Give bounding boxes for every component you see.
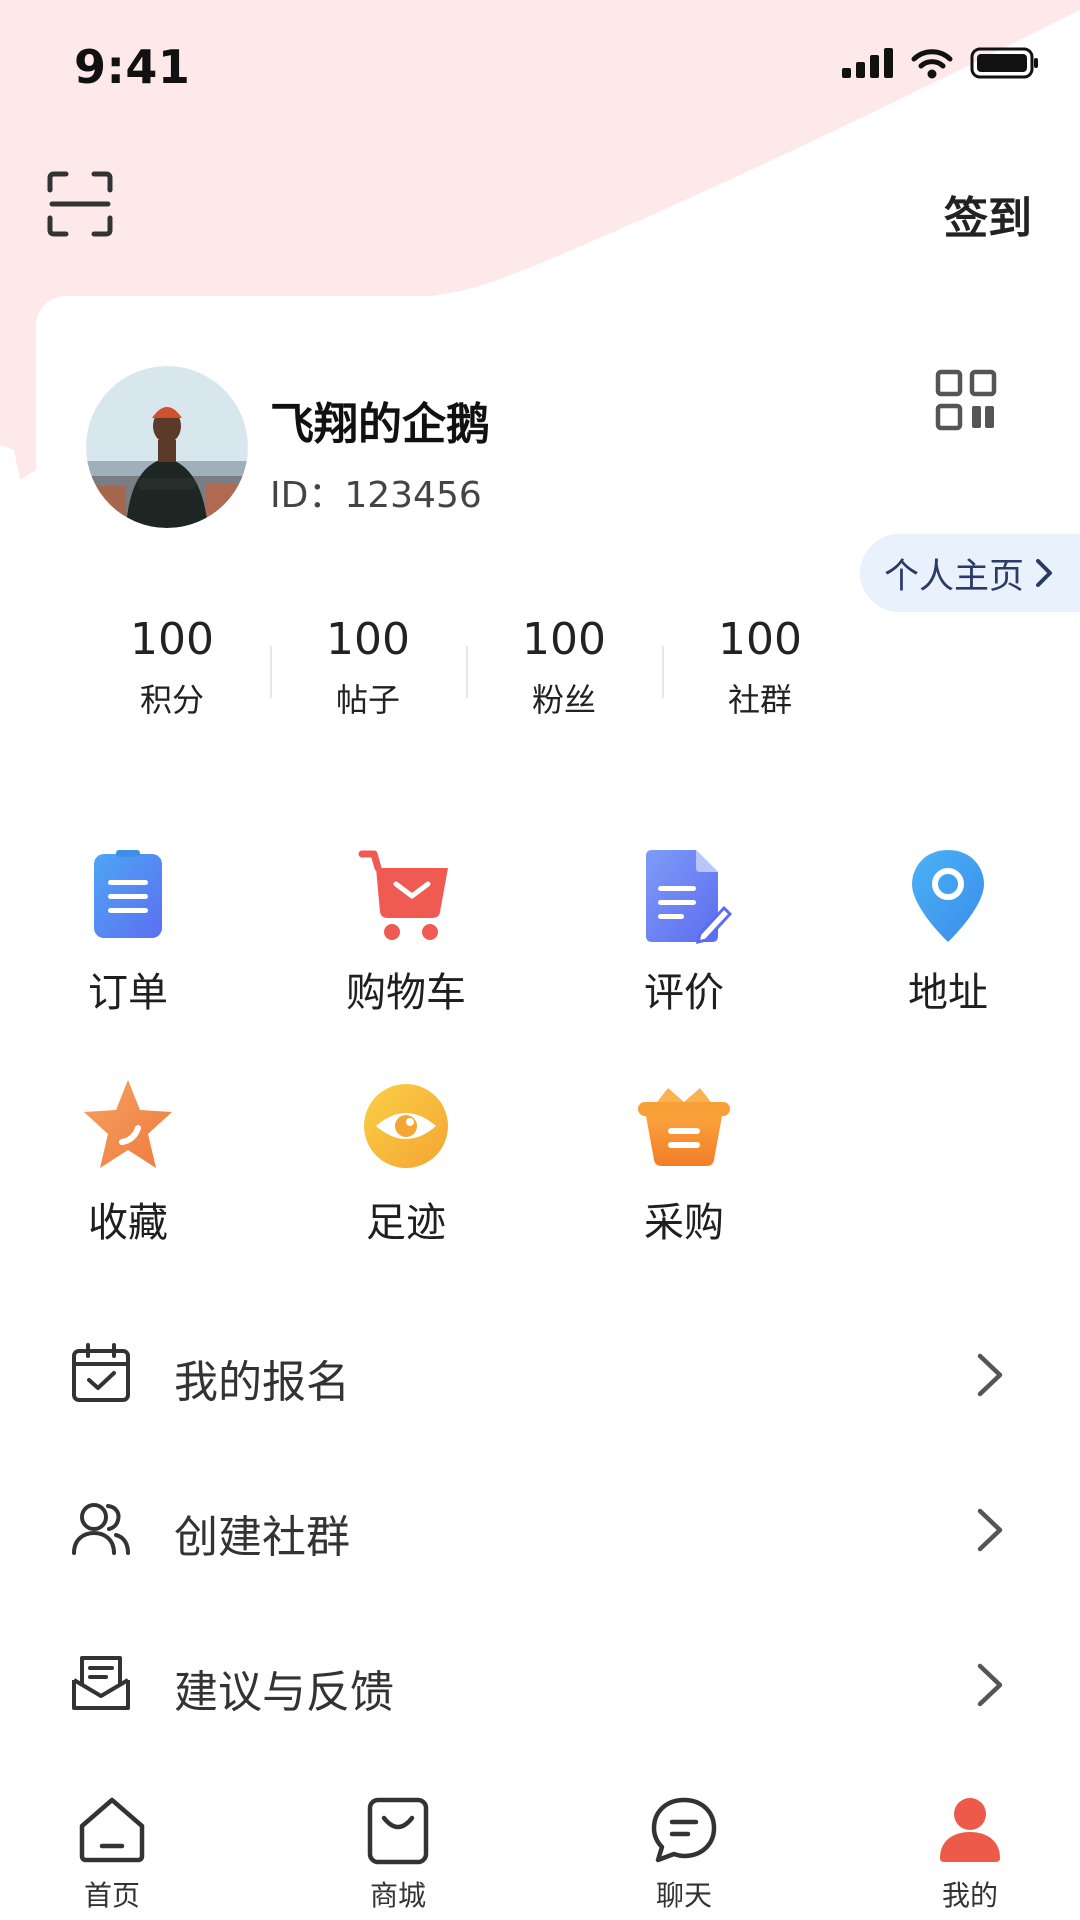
- calendar-check-icon: [72, 1343, 130, 1402]
- personal-homepage-label: 个人主页: [884, 556, 1025, 597]
- shopping-bag-icon: [367, 1797, 429, 1865]
- bottom-tab-bar: 首页 商城 聊天 我的: [0, 1770, 1080, 1920]
- tab-label: 首页: [83, 1879, 140, 1912]
- feature-reviews[interactable]: 评价: [574, 846, 794, 1018]
- order-icon: [94, 850, 162, 938]
- feature-label: 订单: [88, 970, 168, 1016]
- users-icon: [72, 1503, 130, 1555]
- menu-label: 建议与反馈: [174, 1667, 394, 1718]
- feature-label: 采购: [644, 1200, 724, 1246]
- tab-chat[interactable]: 聊天: [594, 1792, 774, 1914]
- chat-icon: [651, 1797, 717, 1863]
- stat-label: 粉丝: [531, 681, 596, 719]
- chevron-right-icon: [977, 1353, 1003, 1397]
- tab-mall[interactable]: 商城: [308, 1792, 488, 1914]
- feature-cart[interactable]: 购物车: [296, 846, 516, 1018]
- stat-value: 100: [130, 614, 214, 665]
- star-icon: [84, 1080, 172, 1168]
- menu-label: 创建社群: [174, 1512, 350, 1563]
- status-time: 9:41: [74, 40, 191, 94]
- stat-points[interactable]: 100 积分: [74, 614, 270, 721]
- feature-label: 足迹: [366, 1200, 446, 1246]
- qr-code-icon[interactable]: [934, 368, 998, 432]
- stat-communities[interactable]: 100 社群: [662, 614, 858, 721]
- status-icons: [842, 46, 1040, 80]
- menu-item-feedback[interactable]: 建议与反馈: [0, 1610, 1080, 1760]
- stat-fans[interactable]: 100 粉丝: [466, 614, 662, 721]
- user-nickname: 飞翔的企鹅: [270, 399, 490, 450]
- cart-icon: [358, 850, 448, 940]
- user-stats: 100 积分 100 帖子 100 粉丝 100 社群: [74, 614, 858, 721]
- feature-label: 收藏: [88, 1200, 168, 1246]
- feature-purchase[interactable]: 采购: [574, 1076, 794, 1248]
- feature-history[interactable]: 足迹: [296, 1076, 516, 1248]
- signal-icon: [842, 48, 893, 78]
- menu-item-create-community[interactable]: 创建社群: [0, 1455, 1080, 1605]
- user-id: ID：123456: [270, 475, 482, 516]
- review-icon: [646, 850, 733, 945]
- chevron-right-icon: [977, 1663, 1003, 1707]
- stat-value: 100: [522, 614, 606, 665]
- battery-icon: [970, 47, 1038, 79]
- location-icon: [912, 850, 984, 942]
- stat-posts[interactable]: 100 帖子: [270, 614, 466, 721]
- menu-label: 我的报名: [174, 1357, 350, 1408]
- home-icon: [79, 1797, 145, 1863]
- feature-label: 评价: [644, 970, 724, 1016]
- feature-label: 地址: [908, 970, 988, 1016]
- personal-homepage-button[interactable]: 个人主页: [860, 534, 1080, 612]
- avatar[interactable]: [86, 366, 248, 528]
- scan-icon[interactable]: [46, 170, 114, 238]
- basket-icon: [638, 1088, 730, 1166]
- tab-label: 我的: [941, 1879, 998, 1912]
- feature-favorites[interactable]: 收藏: [18, 1076, 238, 1248]
- feature-address[interactable]: 地址: [838, 846, 1058, 1018]
- top-header: 签到: [0, 160, 1080, 260]
- menu-item-registrations[interactable]: 我的报名: [0, 1300, 1080, 1450]
- tab-label: 聊天: [655, 1879, 712, 1912]
- eye-icon: [364, 1084, 448, 1168]
- stat-value: 100: [718, 614, 802, 665]
- stat-value: 100: [326, 614, 410, 665]
- tab-home[interactable]: 首页: [22, 1792, 202, 1914]
- chevron-right-icon: [1036, 559, 1053, 587]
- profile-card: 飞翔的企鹅 ID：123456 个人主页 100 积分 100 帖子 100 粉…: [36, 296, 1080, 766]
- status-bar: 9:41: [0, 0, 1080, 130]
- stat-label: 积分: [139, 681, 204, 719]
- stat-label: 帖子: [335, 681, 400, 719]
- tab-me[interactable]: 我的: [880, 1792, 1060, 1914]
- person-icon: [940, 1798, 1000, 1862]
- chevron-right-icon: [977, 1508, 1003, 1552]
- wifi-icon: [911, 49, 953, 79]
- feature-orders[interactable]: 订单: [18, 846, 238, 1018]
- checkin-button[interactable]: 签到: [944, 182, 1032, 246]
- stat-label: 社群: [727, 681, 792, 719]
- feature-label: 购物车: [346, 970, 466, 1016]
- mail-open-icon: [72, 1656, 130, 1710]
- tab-label: 商城: [369, 1879, 426, 1912]
